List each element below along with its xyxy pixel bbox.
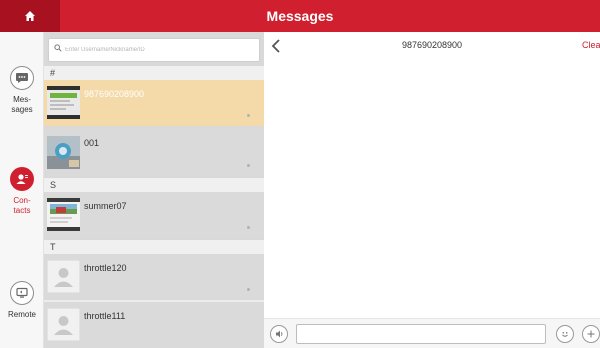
contact-row[interactable]: 001: [44, 128, 264, 176]
contact-row[interactable]: throttle120: [44, 254, 264, 300]
contact-avatar: [47, 86, 80, 119]
nav-remote-label: Remote: [7, 310, 36, 319]
nav-messages[interactable]: Mes- sages: [0, 66, 44, 115]
smiley-icon: [562, 332, 568, 337]
contact-name: 001: [84, 138, 100, 148]
voice-button[interactable]: [270, 325, 288, 343]
row-indicator: [247, 164, 250, 167]
chat-bubble-icon: [10, 66, 34, 90]
section-header: T: [44, 240, 264, 254]
contact-name: summer07: [84, 201, 127, 211]
contact-avatar: [47, 136, 80, 169]
chat-peer-name: 987690208900: [401, 40, 463, 50]
nav-remote[interactable]: Remote: [0, 281, 44, 320]
plus-icon: [587, 330, 595, 338]
contact-name: 987690208900: [84, 89, 145, 99]
nav-messages-label: Mes- sages: [11, 95, 33, 114]
nav-contacts[interactable]: Con- tacts: [0, 167, 44, 216]
search-icon: [54, 44, 62, 52]
section-header: S: [44, 178, 264, 192]
contact-list: # 987690208900: [44, 32, 264, 348]
user-icon: [10, 167, 34, 191]
search-input[interactable]: [65, 41, 245, 59]
contact-avatar: [46, 259, 81, 294]
contact-avatar: [47, 198, 80, 231]
section-header: #: [44, 66, 264, 80]
contact-avatar: [46, 307, 81, 342]
row-indicator: [247, 288, 250, 291]
remote-monitor-icon: [10, 281, 34, 305]
contact-name: throttle120: [84, 263, 127, 273]
message-input[interactable]: [296, 324, 546, 344]
contact-row[interactable]: throttle111: [44, 302, 264, 348]
voice-icon: [276, 330, 283, 338]
contact-row[interactable]: 987690208900: [44, 80, 264, 126]
row-indicator: [247, 226, 250, 229]
nav-contacts-label: Con- tacts: [13, 196, 31, 215]
contact-row[interactable]: summer07: [44, 192, 264, 238]
chat-panel: 987690208900 Clear: [264, 32, 600, 348]
message-input-bar: [264, 318, 600, 348]
search-box: [48, 38, 260, 62]
add-attachment-button[interactable]: [582, 325, 600, 343]
page-title: Messages: [266, 8, 334, 24]
emoji-button[interactable]: [556, 325, 574, 343]
top-bar: Messages: [0, 0, 600, 32]
contact-name: throttle111: [84, 311, 126, 321]
left-nav: Mes- sages Con- tacts Remote: [0, 32, 44, 348]
row-indicator: [247, 114, 250, 117]
clear-button[interactable]: Clear: [582, 40, 600, 50]
